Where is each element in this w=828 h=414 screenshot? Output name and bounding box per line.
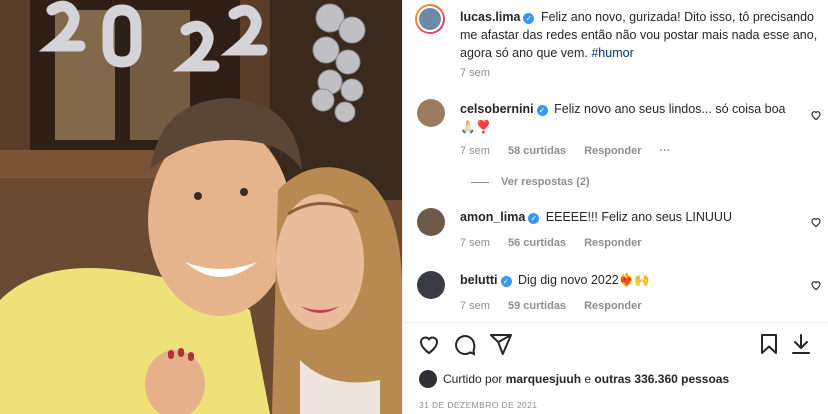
caption-meta: 7 sem bbox=[460, 67, 490, 79]
hashtag-link[interactable]: #humor bbox=[591, 46, 633, 60]
comment-meta: 7 sem 56 curtidas Responder bbox=[460, 237, 642, 249]
comment-icon[interactable] bbox=[453, 332, 477, 356]
verified-badge-icon: ✓ bbox=[500, 276, 512, 287]
comment-text: celsobernini ✓ Feliz novo ano seus lindos… bbox=[460, 100, 800, 136]
comment-like-icon[interactable] bbox=[810, 109, 822, 121]
comment-time[interactable]: 7 sem bbox=[460, 300, 490, 312]
actions-divider bbox=[403, 322, 828, 323]
verified-badge-icon: ✓ bbox=[528, 213, 540, 224]
comment-avatar[interactable] bbox=[417, 99, 445, 127]
comment-text: amon_lima ✓ EEEEE!!! Feliz ano seus LINUU… bbox=[460, 208, 800, 226]
comment-avatar[interactable] bbox=[417, 208, 445, 236]
bookmark-icon[interactable] bbox=[757, 332, 781, 356]
download-icon[interactable] bbox=[789, 332, 813, 356]
likes-prefix: Curtido por bbox=[443, 372, 506, 386]
comment-time[interactable]: 7 sem bbox=[460, 237, 490, 249]
post-caption: lucas.lima ✓ Feliz ano novo, gurizada! Di… bbox=[460, 8, 820, 62]
comment-meta: 7 sem 58 curtidas Responder ··· bbox=[460, 145, 671, 157]
comment-likes[interactable]: 56 curtidas bbox=[508, 237, 566, 249]
comment-avatar[interactable] bbox=[417, 271, 445, 299]
comment-like-icon[interactable] bbox=[810, 216, 822, 228]
reply-button[interactable]: Responder bbox=[584, 145, 641, 157]
comment-time[interactable]: 7 sem bbox=[460, 145, 490, 157]
verified-badge-icon: ✓ bbox=[523, 13, 535, 24]
action-bar bbox=[417, 332, 817, 358]
author-avatar[interactable] bbox=[415, 4, 445, 34]
heart-icon[interactable] bbox=[417, 332, 441, 356]
likes-summary: Curtido por marquesjuuh e outras 336.360… bbox=[443, 372, 729, 386]
comment-text: belutti ✓ Dig dig novo 2022❤️‍🔥🙌 bbox=[460, 271, 800, 289]
comment-meta: 7 sem 59 curtidas Responder bbox=[460, 300, 642, 312]
send-icon[interactable] bbox=[489, 332, 513, 356]
comment-body: EEEEE!!! Feliz ano seus LINUUU bbox=[545, 210, 732, 224]
likes-middle: e bbox=[581, 372, 595, 386]
comment-like-icon[interactable] bbox=[810, 279, 822, 291]
liker-avatar[interactable] bbox=[419, 370, 437, 388]
more-options-icon[interactable]: ··· bbox=[660, 145, 671, 157]
view-replies[interactable]: Ver respostas (2) bbox=[471, 176, 590, 188]
view-replies-label: Ver respostas (2) bbox=[501, 176, 590, 188]
caption-time[interactable]: 7 sem bbox=[460, 67, 490, 79]
comment-likes[interactable]: 59 curtidas bbox=[508, 300, 566, 312]
verified-badge-icon: ✓ bbox=[536, 105, 548, 116]
photo-illustration bbox=[0, 0, 402, 414]
post-viewer: 2022 lucas.lima✓ Feliz ano novo, gurizad… bbox=[0, 0, 828, 414]
liker-username[interactable]: marquesjuuh bbox=[506, 372, 581, 386]
post-date[interactable]: 31 DE DEZEMBRO DE 2021 bbox=[419, 400, 537, 410]
comment-body: Dig dig novo 2022❤️‍🔥🙌 bbox=[517, 273, 650, 287]
comment-username[interactable]: celsobernini bbox=[460, 102, 534, 116]
comment-username[interactable]: amon_lima bbox=[460, 210, 525, 224]
replies-line bbox=[471, 181, 489, 183]
reply-button[interactable]: Responder bbox=[584, 300, 641, 312]
comment-likes[interactable]: 58 curtidas bbox=[508, 145, 566, 157]
author-username[interactable]: lucas.lima bbox=[460, 10, 520, 24]
comment-username[interactable]: belutti bbox=[460, 273, 498, 287]
likes-count[interactable]: outras 336.360 pessoas bbox=[594, 372, 729, 386]
post-photo[interactable]: 2022 bbox=[0, 0, 402, 414]
comments-panel: lucas.lima ✓ Feliz ano novo, gurizada! Di… bbox=[402, 0, 828, 414]
reply-button[interactable]: Responder bbox=[584, 237, 641, 249]
